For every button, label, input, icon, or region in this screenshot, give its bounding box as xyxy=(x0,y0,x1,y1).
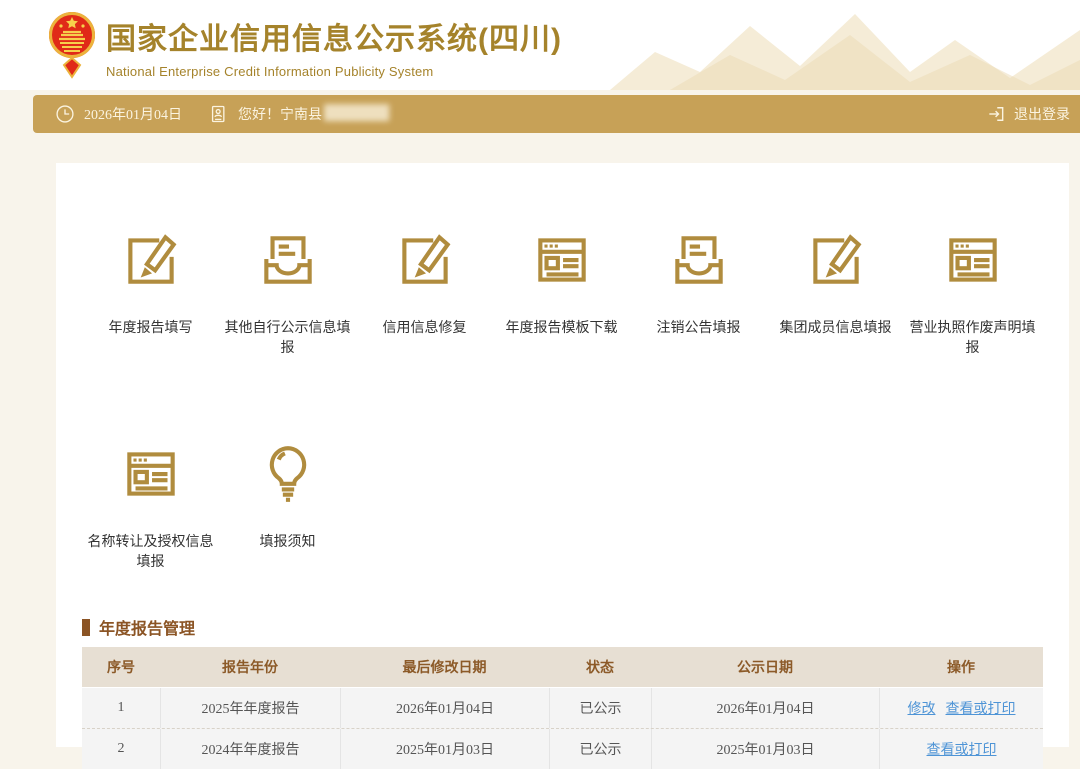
module-tile-group-member-info[interactable]: 集团成员信息填报 xyxy=(767,227,904,357)
bulb-icon xyxy=(255,441,321,507)
annual-report-section: 年度报告管理 序号 报告年份 最后修改日期 状态 公示日期 操作 1 2025年… xyxy=(82,617,1043,769)
module-tile-other-publicity-info[interactable]: 其他自行公示信息填报 xyxy=(219,227,356,357)
inbox-icon xyxy=(666,227,732,293)
user-greeting: 您好！宁南县 xyxy=(238,104,322,124)
module-label: 年度报告填写 xyxy=(109,317,193,337)
table-row: 2 2024年年度报告 2025年01月03日 已公示 2025年01月03日 … xyxy=(82,728,1043,769)
section-title: 年度报告管理 xyxy=(82,617,1043,637)
row-last-modified: 2026年01月04日 xyxy=(340,688,549,728)
row-publish-date: 2026年01月04日 xyxy=(651,688,879,728)
modify-link[interactable]: 修改 xyxy=(908,698,936,718)
row-report-year: 2025年年度报告 xyxy=(160,688,340,728)
module-label: 营业执照作废声明填报 xyxy=(904,317,1041,357)
logout-icon xyxy=(986,104,1006,124)
logout-label: 退出登录 xyxy=(1014,104,1070,124)
row-last-modified: 2025年01月03日 xyxy=(340,729,549,769)
row-actions: 查看或打印 xyxy=(879,729,1043,769)
site-subtitle: National Enterprise Credit Information P… xyxy=(106,64,562,79)
module-tile-name-transfer-auth[interactable]: 名称转让及授权信息填报 xyxy=(82,441,219,571)
col-header-report-year: 报告年份 xyxy=(160,647,340,687)
row-status: 已公示 xyxy=(549,688,651,728)
module-label: 名称转让及授权信息填报 xyxy=(82,531,219,571)
edit-icon xyxy=(392,227,458,293)
module-tile-cancellation-notice[interactable]: 注销公告填报 xyxy=(630,227,767,357)
inbox-icon xyxy=(255,227,321,293)
template-icon xyxy=(529,227,595,293)
col-header-status: 状态 xyxy=(549,647,651,687)
module-label: 注销公告填报 xyxy=(657,317,741,337)
national-emblem-logo xyxy=(47,9,97,79)
user-status-bar: 2026年01月04日 您好！宁南县 ████████ 退出登录 xyxy=(33,95,1080,133)
section-title-text: 年度报告管理 xyxy=(99,615,195,639)
site-title: 国家企业信用信息公示系统(四川) xyxy=(106,14,562,58)
edit-icon xyxy=(803,227,869,293)
module-label: 填报须知 xyxy=(260,531,316,551)
table-row: 1 2025年年度报告 2026年01月04日 已公示 2026年01月04日 … xyxy=(82,687,1043,728)
clock-icon xyxy=(55,104,75,124)
view-or-print-link[interactable]: 查看或打印 xyxy=(927,739,997,759)
row-no: 2 xyxy=(82,729,160,769)
module-row-2: 名称转让及授权信息填报 填报须知 xyxy=(82,441,1043,571)
template-icon xyxy=(118,441,184,507)
row-actions: 修改 查看或打印 xyxy=(879,688,1043,728)
mountain-watermark xyxy=(610,0,1080,90)
view-or-print-link[interactable]: 查看或打印 xyxy=(946,698,1016,718)
col-header-publish-date: 公示日期 xyxy=(651,647,879,687)
module-label: 信用信息修复 xyxy=(383,317,467,337)
user-badge-icon xyxy=(208,104,228,124)
module-tile-license-invalidation[interactable]: 营业执照作废声明填报 xyxy=(904,227,1041,357)
logout-button[interactable]: 退出登录 xyxy=(986,104,1080,124)
module-label: 年度报告模板下载 xyxy=(506,317,618,337)
module-tile-annual-report-fill[interactable]: 年度报告填写 xyxy=(82,227,219,357)
col-header-no: 序号 xyxy=(82,647,160,687)
row-report-year: 2024年年度报告 xyxy=(160,729,340,769)
module-tile-credit-repair[interactable]: 信用信息修复 xyxy=(356,227,493,357)
col-header-actions: 操作 xyxy=(879,647,1043,687)
row-publish-date: 2025年01月03日 xyxy=(651,729,879,769)
section-title-marker xyxy=(82,619,90,636)
table-header-row: 序号 报告年份 最后修改日期 状态 公示日期 操作 xyxy=(82,647,1043,687)
edit-icon xyxy=(118,227,184,293)
row-status: 已公示 xyxy=(549,729,651,769)
annual-report-table: 序号 报告年份 最后修改日期 状态 公示日期 操作 1 2025年年度报告 20… xyxy=(82,647,1043,769)
current-date: 2026年01月04日 xyxy=(84,104,182,124)
template-icon xyxy=(940,227,1006,293)
module-label: 其他自行公示信息填报 xyxy=(219,317,356,357)
redacted-company-name: ████████ xyxy=(324,106,387,122)
site-header: 国家企业信用信息公示系统(四川) National Enterprise Cre… xyxy=(0,0,1080,90)
module-grid: 年度报告填写 其他自行公示信息填报 信用信息修复 年度报告模板下载 注销公告填报 xyxy=(82,163,1043,571)
col-header-last-modified: 最后修改日期 xyxy=(340,647,549,687)
row-no: 1 xyxy=(82,688,160,728)
module-row-1: 年度报告填写 其他自行公示信息填报 信用信息修复 年度报告模板下载 注销公告填报 xyxy=(82,227,1043,357)
content-card: 年度报告填写 其他自行公示信息填报 信用信息修复 年度报告模板下载 注销公告填报 xyxy=(56,163,1069,747)
module-tile-template-download[interactable]: 年度报告模板下载 xyxy=(493,227,630,357)
module-label: 集团成员信息填报 xyxy=(780,317,892,337)
module-tile-filing-notice[interactable]: 填报须知 xyxy=(219,441,356,571)
